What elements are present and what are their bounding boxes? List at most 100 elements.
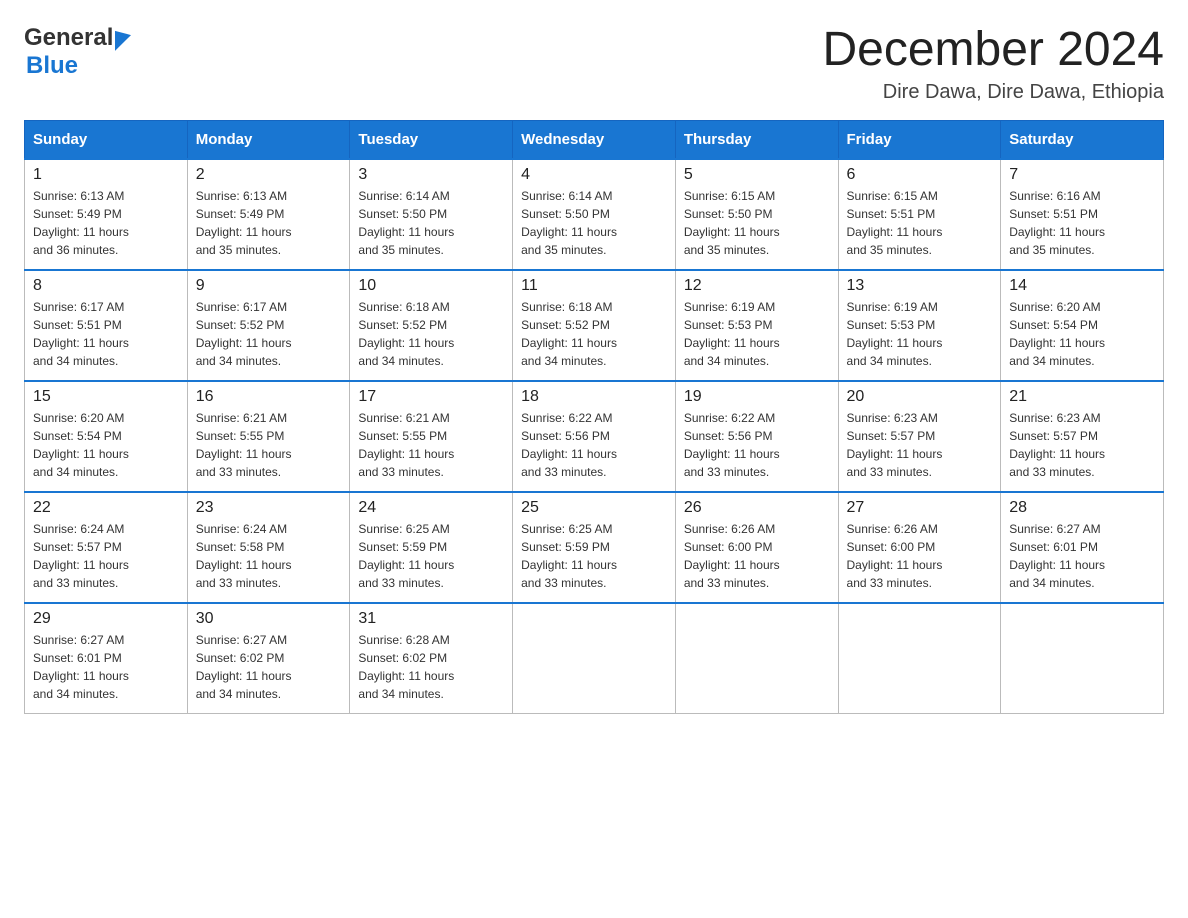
day-number: 28: [1009, 499, 1155, 517]
day-cell: 18 Sunrise: 6:22 AM Sunset: 5:56 PM Dayl…: [513, 381, 676, 492]
day-number: 11: [521, 277, 667, 295]
logo: General Blue: [24, 24, 131, 80]
day-info: Sunrise: 6:27 AM Sunset: 6:01 PM Dayligh…: [1009, 520, 1155, 592]
day-info: Sunrise: 6:22 AM Sunset: 5:56 PM Dayligh…: [684, 409, 830, 481]
day-number: 7: [1009, 166, 1155, 184]
page-header: General Blue December 2024 Dire Dawa, Di…: [24, 24, 1164, 104]
day-cell: 6 Sunrise: 6:15 AM Sunset: 5:51 PM Dayli…: [838, 159, 1001, 270]
logo-general-text: General: [24, 24, 113, 52]
day-info: Sunrise: 6:21 AM Sunset: 5:55 PM Dayligh…: [358, 409, 504, 481]
calendar-header-row: SundayMondayTuesdayWednesdayThursdayFrid…: [25, 120, 1164, 159]
day-info: Sunrise: 6:14 AM Sunset: 5:50 PM Dayligh…: [358, 187, 504, 259]
day-info: Sunrise: 6:27 AM Sunset: 6:01 PM Dayligh…: [33, 631, 179, 703]
calendar-table: SundayMondayTuesdayWednesdayThursdayFrid…: [24, 120, 1164, 714]
day-cell: 20 Sunrise: 6:23 AM Sunset: 5:57 PM Dayl…: [838, 381, 1001, 492]
day-cell: 19 Sunrise: 6:22 AM Sunset: 5:56 PM Dayl…: [675, 381, 838, 492]
day-info: Sunrise: 6:16 AM Sunset: 5:51 PM Dayligh…: [1009, 187, 1155, 259]
day-info: Sunrise: 6:19 AM Sunset: 5:53 PM Dayligh…: [847, 298, 993, 370]
day-cell: 17 Sunrise: 6:21 AM Sunset: 5:55 PM Dayl…: [350, 381, 513, 492]
week-row-3: 15 Sunrise: 6:20 AM Sunset: 5:54 PM Dayl…: [25, 381, 1164, 492]
day-cell: 4 Sunrise: 6:14 AM Sunset: 5:50 PM Dayli…: [513, 159, 676, 270]
week-row-5: 29 Sunrise: 6:27 AM Sunset: 6:01 PM Dayl…: [25, 603, 1164, 714]
day-number: 1: [33, 166, 179, 184]
day-cell: 8 Sunrise: 6:17 AM Sunset: 5:51 PM Dayli…: [25, 270, 188, 381]
day-number: 8: [33, 277, 179, 295]
month-title: December 2024: [822, 24, 1164, 77]
day-cell: [838, 603, 1001, 714]
day-number: 15: [33, 388, 179, 406]
day-number: 27: [847, 499, 993, 517]
day-info: Sunrise: 6:14 AM Sunset: 5:50 PM Dayligh…: [521, 187, 667, 259]
day-info: Sunrise: 6:26 AM Sunset: 6:00 PM Dayligh…: [847, 520, 993, 592]
title-block: December 2024 Dire Dawa, Dire Dawa, Ethi…: [822, 24, 1164, 104]
day-cell: 27 Sunrise: 6:26 AM Sunset: 6:00 PM Dayl…: [838, 492, 1001, 603]
column-header-saturday: Saturday: [1001, 120, 1164, 159]
day-cell: 16 Sunrise: 6:21 AM Sunset: 5:55 PM Dayl…: [187, 381, 350, 492]
day-info: Sunrise: 6:20 AM Sunset: 5:54 PM Dayligh…: [33, 409, 179, 481]
column-header-thursday: Thursday: [675, 120, 838, 159]
logo-arrow-icon: [115, 25, 131, 51]
day-info: Sunrise: 6:24 AM Sunset: 5:57 PM Dayligh…: [33, 520, 179, 592]
day-number: 25: [521, 499, 667, 517]
day-info: Sunrise: 6:21 AM Sunset: 5:55 PM Dayligh…: [196, 409, 342, 481]
day-info: Sunrise: 6:22 AM Sunset: 5:56 PM Dayligh…: [521, 409, 667, 481]
day-number: 31: [358, 610, 504, 628]
column-header-friday: Friday: [838, 120, 1001, 159]
day-info: Sunrise: 6:15 AM Sunset: 5:50 PM Dayligh…: [684, 187, 830, 259]
day-number: 16: [196, 388, 342, 406]
day-cell: 11 Sunrise: 6:18 AM Sunset: 5:52 PM Dayl…: [513, 270, 676, 381]
day-info: Sunrise: 6:28 AM Sunset: 6:02 PM Dayligh…: [358, 631, 504, 703]
day-number: 6: [847, 166, 993, 184]
week-row-1: 1 Sunrise: 6:13 AM Sunset: 5:49 PM Dayli…: [25, 159, 1164, 270]
day-cell: 15 Sunrise: 6:20 AM Sunset: 5:54 PM Dayl…: [25, 381, 188, 492]
day-cell: 24 Sunrise: 6:25 AM Sunset: 5:59 PM Dayl…: [350, 492, 513, 603]
day-cell: 10 Sunrise: 6:18 AM Sunset: 5:52 PM Dayl…: [350, 270, 513, 381]
day-cell: 14 Sunrise: 6:20 AM Sunset: 5:54 PM Dayl…: [1001, 270, 1164, 381]
day-info: Sunrise: 6:18 AM Sunset: 5:52 PM Dayligh…: [358, 298, 504, 370]
day-info: Sunrise: 6:23 AM Sunset: 5:57 PM Dayligh…: [847, 409, 993, 481]
day-info: Sunrise: 6:25 AM Sunset: 5:59 PM Dayligh…: [521, 520, 667, 592]
day-number: 22: [33, 499, 179, 517]
day-info: Sunrise: 6:17 AM Sunset: 5:51 PM Dayligh…: [33, 298, 179, 370]
location-title: Dire Dawa, Dire Dawa, Ethiopia: [822, 81, 1164, 104]
day-cell: 9 Sunrise: 6:17 AM Sunset: 5:52 PM Dayli…: [187, 270, 350, 381]
day-cell: 2 Sunrise: 6:13 AM Sunset: 5:49 PM Dayli…: [187, 159, 350, 270]
column-header-wednesday: Wednesday: [513, 120, 676, 159]
day-number: 13: [847, 277, 993, 295]
week-row-4: 22 Sunrise: 6:24 AM Sunset: 5:57 PM Dayl…: [25, 492, 1164, 603]
day-info: Sunrise: 6:15 AM Sunset: 5:51 PM Dayligh…: [847, 187, 993, 259]
logo-blue-text: Blue: [26, 52, 78, 79]
day-cell: 5 Sunrise: 6:15 AM Sunset: 5:50 PM Dayli…: [675, 159, 838, 270]
day-cell: 28 Sunrise: 6:27 AM Sunset: 6:01 PM Dayl…: [1001, 492, 1164, 603]
day-number: 3: [358, 166, 504, 184]
day-info: Sunrise: 6:18 AM Sunset: 5:52 PM Dayligh…: [521, 298, 667, 370]
day-number: 5: [684, 166, 830, 184]
day-number: 9: [196, 277, 342, 295]
day-info: Sunrise: 6:24 AM Sunset: 5:58 PM Dayligh…: [196, 520, 342, 592]
day-cell: 7 Sunrise: 6:16 AM Sunset: 5:51 PM Dayli…: [1001, 159, 1164, 270]
day-cell: [513, 603, 676, 714]
day-cell: 26 Sunrise: 6:26 AM Sunset: 6:00 PM Dayl…: [675, 492, 838, 603]
day-cell: 31 Sunrise: 6:28 AM Sunset: 6:02 PM Dayl…: [350, 603, 513, 714]
day-info: Sunrise: 6:17 AM Sunset: 5:52 PM Dayligh…: [196, 298, 342, 370]
day-number: 2: [196, 166, 342, 184]
day-number: 10: [358, 277, 504, 295]
column-header-tuesday: Tuesday: [350, 120, 513, 159]
day-number: 24: [358, 499, 504, 517]
day-info: Sunrise: 6:20 AM Sunset: 5:54 PM Dayligh…: [1009, 298, 1155, 370]
day-number: 17: [358, 388, 504, 406]
day-number: 29: [33, 610, 179, 628]
day-cell: 29 Sunrise: 6:27 AM Sunset: 6:01 PM Dayl…: [25, 603, 188, 714]
day-info: Sunrise: 6:27 AM Sunset: 6:02 PM Dayligh…: [196, 631, 342, 703]
day-number: 18: [521, 388, 667, 406]
day-info: Sunrise: 6:23 AM Sunset: 5:57 PM Dayligh…: [1009, 409, 1155, 481]
day-number: 21: [1009, 388, 1155, 406]
day-cell: 22 Sunrise: 6:24 AM Sunset: 5:57 PM Dayl…: [25, 492, 188, 603]
day-cell: 1 Sunrise: 6:13 AM Sunset: 5:49 PM Dayli…: [25, 159, 188, 270]
day-cell: 23 Sunrise: 6:24 AM Sunset: 5:58 PM Dayl…: [187, 492, 350, 603]
day-number: 30: [196, 610, 342, 628]
day-info: Sunrise: 6:13 AM Sunset: 5:49 PM Dayligh…: [196, 187, 342, 259]
day-number: 23: [196, 499, 342, 517]
day-number: 4: [521, 166, 667, 184]
day-info: Sunrise: 6:25 AM Sunset: 5:59 PM Dayligh…: [358, 520, 504, 592]
